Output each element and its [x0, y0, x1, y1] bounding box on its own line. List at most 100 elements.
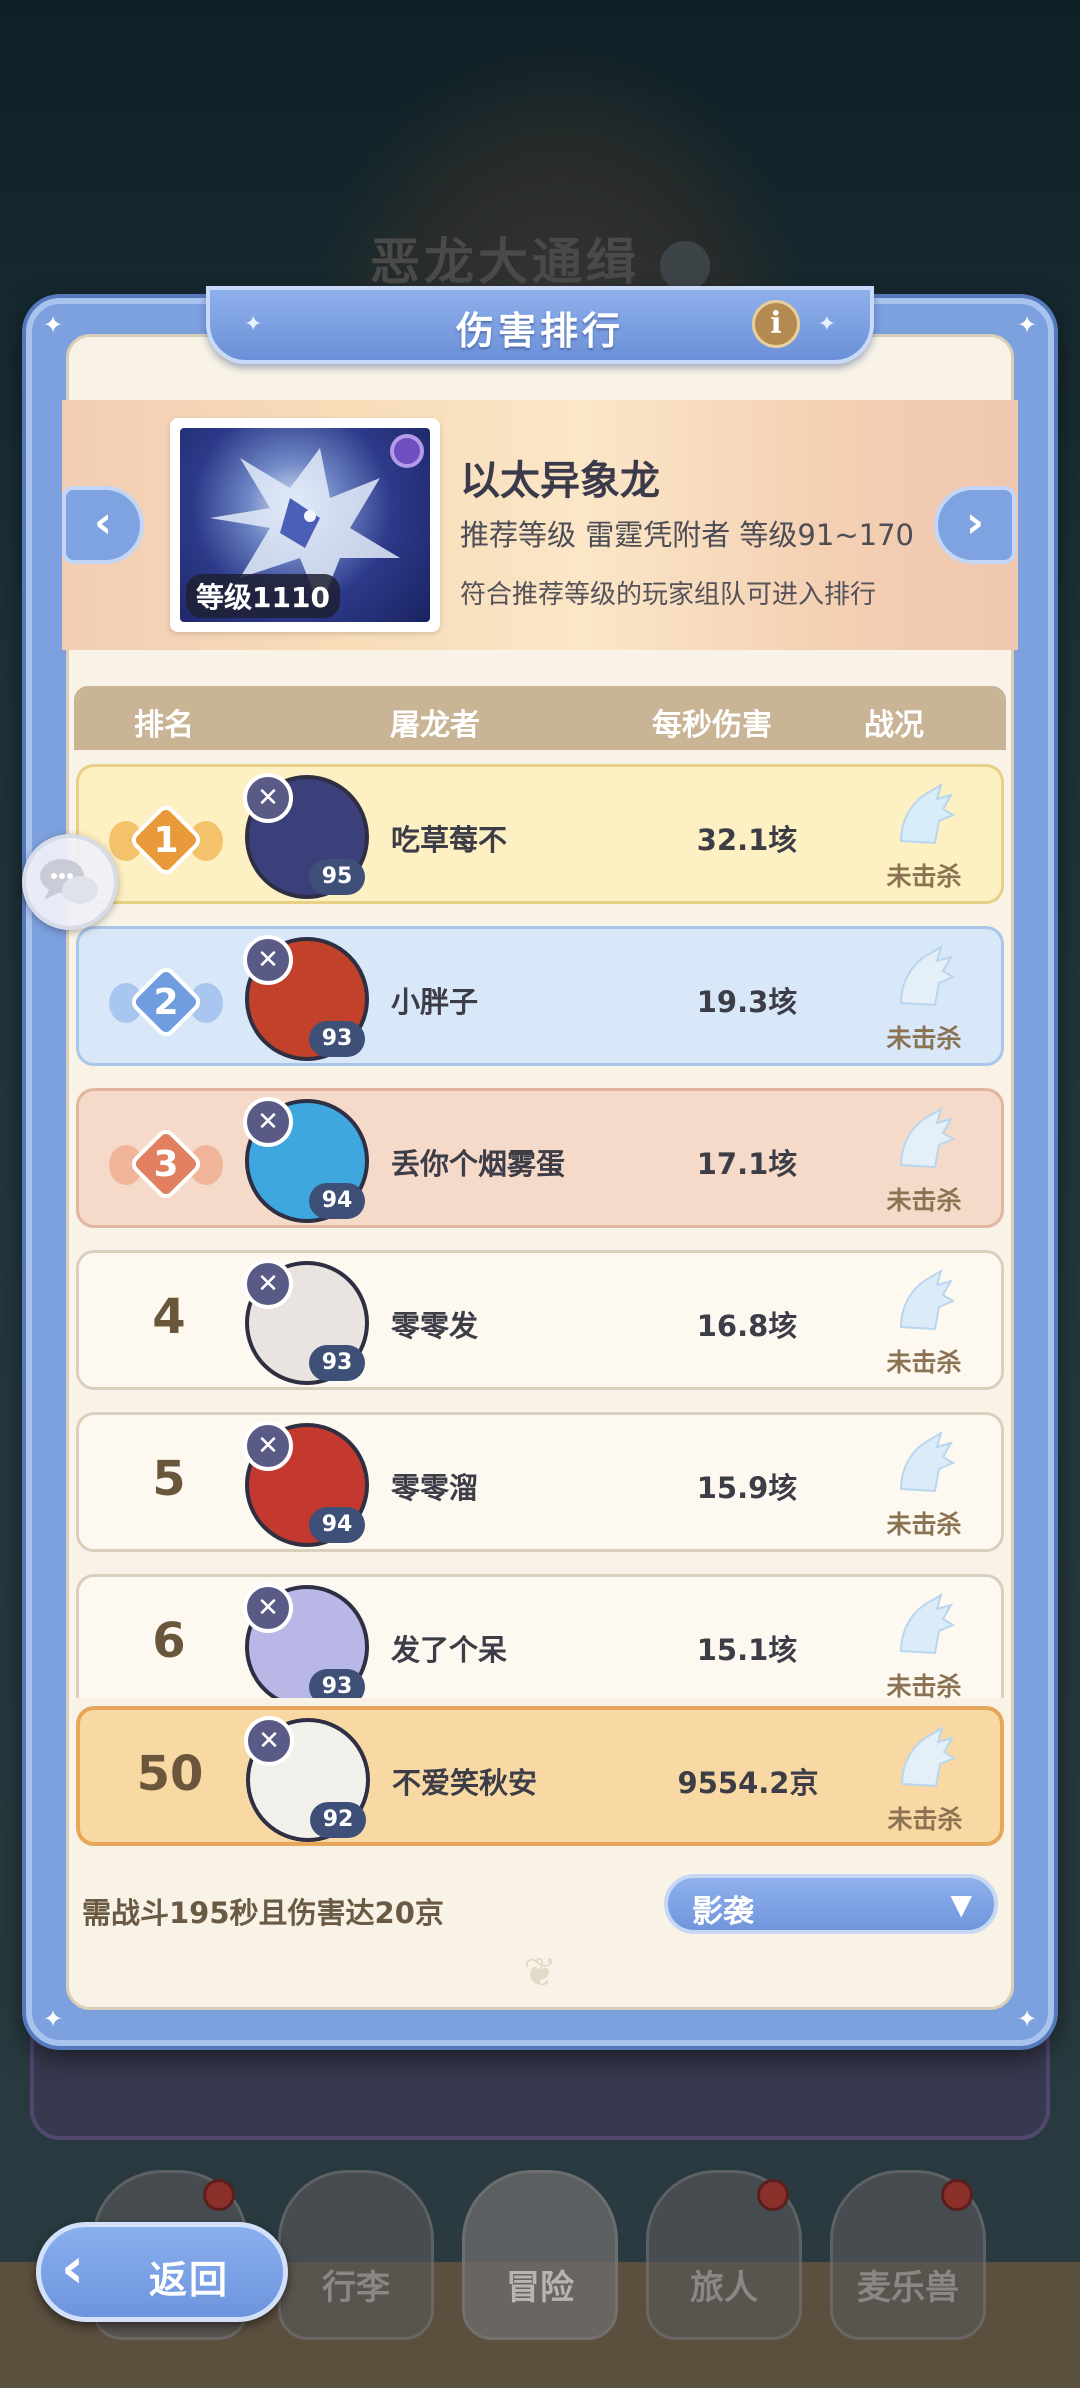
- info-button[interactable]: i: [752, 300, 800, 348]
- player-name: 零零发: [391, 1309, 479, 1343]
- background-event-title: 恶龙大通缉: [0, 222, 1080, 294]
- nav-label: 冒险: [506, 2268, 574, 2308]
- kill-status: 未击杀: [859, 781, 989, 893]
- player-name: 发了个呆: [391, 1633, 508, 1667]
- player-avatar[interactable]: ✕ 94: [239, 1093, 379, 1229]
- boss-dragon-image: 等级1110: [180, 428, 430, 622]
- player-name: 丢你个烟雾蛋: [391, 1147, 566, 1181]
- notification-dot: [757, 2179, 789, 2211]
- ranking-table-header: 排名 屠龙者 每秒伤害 战况: [74, 686, 1006, 750]
- player-name: 零零溜: [391, 1471, 479, 1505]
- dragon-head-icon: [891, 1591, 957, 1661]
- player-avatar[interactable]: ✕ 92: [240, 1712, 380, 1848]
- dragon-head-icon: [891, 781, 957, 851]
- panel-ornament-icon: ❦: [523, 1950, 557, 1996]
- prev-boss-button[interactable]: ‹: [62, 486, 144, 564]
- class-badge-icon: ✕: [243, 1421, 293, 1471]
- header-player: 屠龙者: [390, 708, 480, 743]
- player-level: 93: [309, 1021, 365, 1057]
- boss-portrait[interactable]: 等级1110: [170, 418, 440, 632]
- boss-note: 符合推荐等级的玩家组队可进入排行: [460, 580, 877, 610]
- header-dps: 每秒伤害: [652, 708, 772, 743]
- chat-button[interactable]: [22, 834, 118, 930]
- player-name: 吃草莓不: [391, 823, 508, 857]
- player-level: 93: [309, 1669, 365, 1698]
- nav-label: 旅人: [690, 2268, 758, 2308]
- ranking-row[interactable]: 1 ✕ 95 吃草莓不 32.1垓 未击杀: [76, 764, 1004, 904]
- class-badge-icon: ✕: [243, 1097, 293, 1147]
- header-rank: 排名: [134, 708, 194, 743]
- status-text: 未击杀: [886, 1024, 962, 1053]
- ranking-row[interactable]: 5 ✕ 94 零零溜 15.9垓 未击杀: [76, 1412, 1004, 1552]
- status-text: 未击杀: [886, 1510, 962, 1539]
- kill-status: 未击杀: [859, 1429, 989, 1541]
- ranking-row[interactable]: 3 ✕ 94 丢你个烟雾蛋 17.1垓 未击杀: [76, 1088, 1004, 1228]
- ranking-row[interactable]: 4 ✕ 93 零零发 16.8垓 未击杀: [76, 1250, 1004, 1390]
- player-level: 94: [309, 1183, 365, 1219]
- damage-requirement: 需战斗195秒且伤害达20京: [82, 1896, 444, 1930]
- corner-star-icon: ✦: [1016, 311, 1038, 339]
- difficulty-dropdown[interactable]: 影袭 ▼: [664, 1874, 998, 1934]
- kill-status: 未击杀: [859, 1267, 989, 1379]
- chevron-right-icon: ›: [965, 497, 985, 548]
- class-badge-icon: ✕: [244, 1716, 294, 1766]
- player-name: 不爱笑秋安: [392, 1766, 538, 1800]
- player-dps: 17.1垓: [696, 1147, 798, 1181]
- boss-name: 以太异象龙: [460, 458, 660, 504]
- silver-medal-icon: 2: [109, 947, 223, 1047]
- next-boss-button[interactable]: ›: [934, 486, 1016, 564]
- corner-star-icon: ✦: [42, 311, 64, 339]
- ranking-row[interactable]: 6 ✕ 93 发了个呆 15.1垓 未击杀: [76, 1574, 1004, 1698]
- player-avatar[interactable]: ✕ 93: [239, 931, 379, 1067]
- nav-pets[interactable]: 麦乐兽: [830, 2170, 986, 2340]
- rank-number: 1: [153, 820, 179, 861]
- ranking-row[interactable]: 2 ✕ 93 小胖子 19.3垓 未击杀: [76, 926, 1004, 1066]
- back-button[interactable]: ‹ 返回: [36, 2222, 288, 2322]
- player-dps: 32.1垓: [696, 823, 798, 857]
- nav-adventure[interactable]: 冒险: [462, 2170, 618, 2340]
- boss-requirement: 推荐等级 雷霆凭附者 等级91~170: [460, 518, 914, 552]
- rank-number: 50: [136, 1746, 204, 1802]
- player-avatar[interactable]: ✕ 94: [239, 1417, 379, 1553]
- player-dps: 19.3垓: [696, 985, 798, 1019]
- chevron-left-icon: ‹: [93, 497, 113, 548]
- dragon-head-icon: [891, 1105, 957, 1175]
- dragon-head-icon: [891, 1267, 957, 1337]
- chevron-left-icon: ‹: [61, 2236, 85, 2301]
- header-star-icon: ✦: [817, 312, 836, 337]
- kill-status: 未击杀: [859, 1105, 989, 1217]
- status-text: 未击杀: [886, 1186, 962, 1215]
- class-badge-icon: ✕: [243, 773, 293, 823]
- player-dps: 16.8垓: [696, 1309, 798, 1343]
- player-level: 94: [309, 1507, 365, 1543]
- player-avatar[interactable]: ✕ 93: [239, 1255, 379, 1391]
- background-badge-icon: [660, 240, 710, 291]
- header-status: 战况: [864, 708, 924, 743]
- underlying-panel: [30, 2030, 1050, 2140]
- bronze-medal-icon: 3: [109, 1109, 223, 1209]
- player-level: 95: [309, 859, 365, 895]
- kill-status: 未击杀: [859, 943, 989, 1055]
- player-level: 92: [310, 1802, 366, 1838]
- gold-medal-icon: 1: [109, 785, 223, 885]
- nav-label: 行李: [322, 2268, 390, 2308]
- status-text: 未击杀: [886, 1672, 962, 1698]
- boss-level: 等级1110: [186, 574, 340, 618]
- player-dps: 15.9垓: [696, 1471, 798, 1505]
- my-ranking-row[interactable]: 50 ✕ 92 不爱笑秋安 9554.2京 未击杀: [76, 1706, 1004, 1846]
- status-text: 未击杀: [886, 1348, 962, 1377]
- nav-travelers[interactable]: 旅人: [646, 2170, 802, 2340]
- panel-header: ✦ 伤害排行 i ✦: [206, 286, 874, 364]
- ranking-list[interactable]: 1 ✕ 95 吃草莓不 32.1垓 未击杀 2 ✕ 93 小胖子 19.3垓 未…: [74, 762, 1006, 1698]
- background-event-title-text: 恶龙大通缉: [370, 233, 640, 291]
- status-text: 未击杀: [887, 1805, 963, 1834]
- nav-luggage[interactable]: 行李: [278, 2170, 434, 2340]
- player-name: 小胖子: [391, 985, 479, 1019]
- nav-label: 麦乐兽: [857, 2268, 959, 2308]
- player-dps: 15.1垓: [696, 1633, 798, 1667]
- player-avatar[interactable]: ✕ 95: [239, 769, 379, 905]
- chat-bubbles-icon: [40, 859, 98, 904]
- notification-dot: [203, 2179, 235, 2211]
- player-avatar[interactable]: ✕ 93: [239, 1579, 379, 1698]
- corner-star-icon: ✦: [1016, 2005, 1038, 2033]
